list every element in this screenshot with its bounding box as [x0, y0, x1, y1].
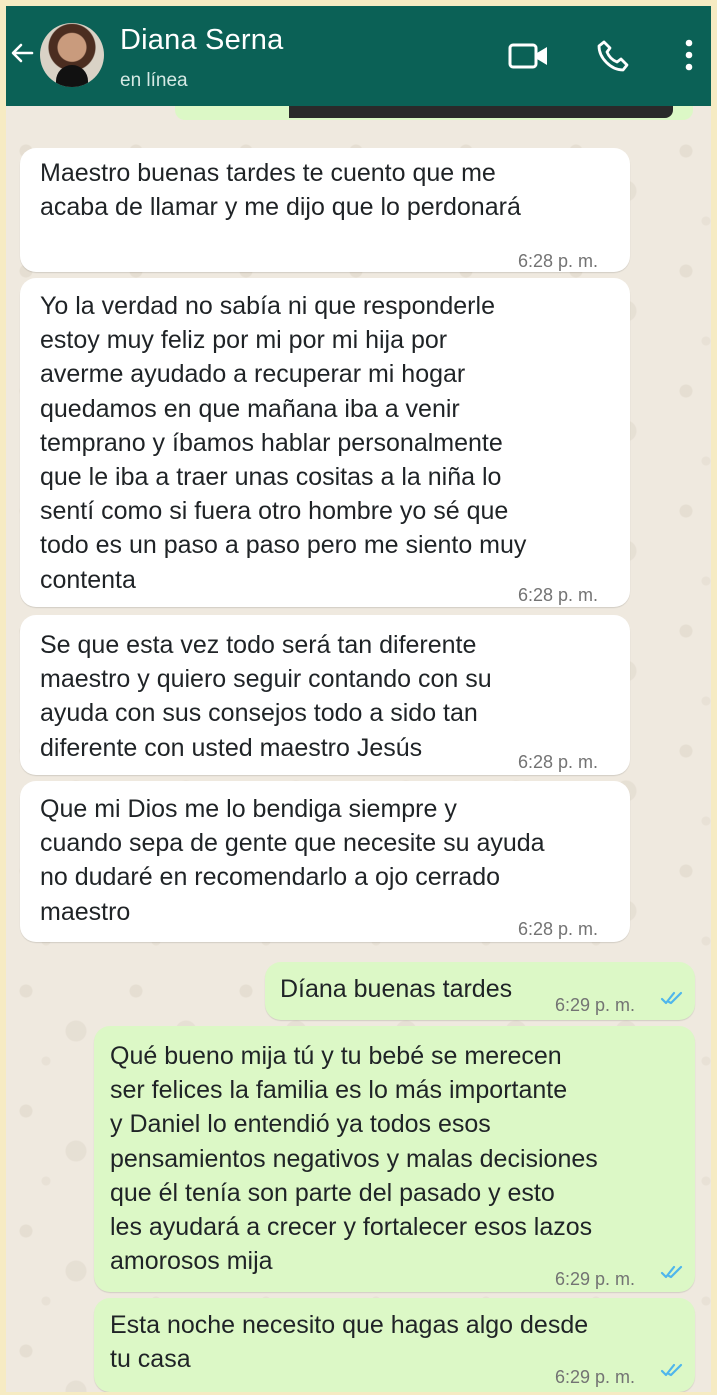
message-text: Díana buenas tardes: [280, 975, 513, 1003]
message-time: 6:28 p. m.: [518, 752, 599, 772]
chat-header: Diana Serna en línea: [6, 6, 711, 106]
read-receipt-icon: [660, 1363, 683, 1377]
message-time: 6:28 p. m.: [518, 919, 599, 939]
back-arrow-icon[interactable]: [8, 39, 36, 67]
message-text: Qué bueno mija tú y tu bebé se merecen s…: [110, 1042, 598, 1276]
message-time: 6:28 p. m.: [518, 585, 599, 605]
message-time: 6:29 p. m.: [555, 1367, 636, 1387]
message-text: Yo la verdad no sabía ni que responderle…: [40, 292, 527, 594]
message-bubble-incoming[interactable]: Se que esta vez todo será tan diferente …: [20, 615, 630, 775]
message-bubble-incoming[interactable]: Yo la verdad no sabía ni que responderle…: [20, 278, 630, 607]
contact-name[interactable]: Diana Serna: [120, 24, 283, 57]
contact-status: en línea: [120, 70, 188, 91]
message-time: 6:29 p. m.: [555, 1269, 636, 1289]
message-text: Que mi Dios me lo bendiga siempre y cuan…: [40, 795, 545, 926]
message-bubble-outgoing[interactable]: Esta noche necesito que hagas algo desde…: [94, 1298, 695, 1392]
message-bubble-incoming[interactable]: Que mi Dios me lo bendiga siempre y cuan…: [20, 781, 630, 942]
message-time: 6:28 p. m.: [518, 251, 599, 271]
avatar[interactable]: [40, 23, 104, 87]
message-bubble-outgoing[interactable]: Díana buenas tardes 6:29 p. m.: [265, 962, 695, 1020]
chat-screen: Diana Serna en línea Maestro buenas tard…: [6, 6, 711, 1392]
previous-media-edge: [289, 106, 673, 118]
read-receipt-icon: [660, 1265, 683, 1279]
message-text: Esta noche necesito que hagas algo desde…: [110, 1311, 589, 1374]
message-text: Se que esta vez todo será tan diferente …: [40, 631, 492, 762]
phone-icon[interactable]: [596, 39, 630, 73]
avatar-figure: [56, 65, 88, 87]
message-text: Maestro buenas tardes te cuento que me a…: [40, 159, 521, 222]
read-receipt-icon: [660, 991, 683, 1005]
previous-message-edge: [175, 106, 693, 120]
more-options-icon[interactable]: [679, 37, 699, 73]
video-call-icon[interactable]: [508, 41, 550, 71]
message-time: 6:29 p. m.: [555, 995, 636, 1015]
message-bubble-incoming[interactable]: Maestro buenas tardes te cuento que me a…: [20, 148, 630, 272]
message-bubble-outgoing[interactable]: Qué bueno mija tú y tu bebé se merecen s…: [94, 1026, 695, 1292]
